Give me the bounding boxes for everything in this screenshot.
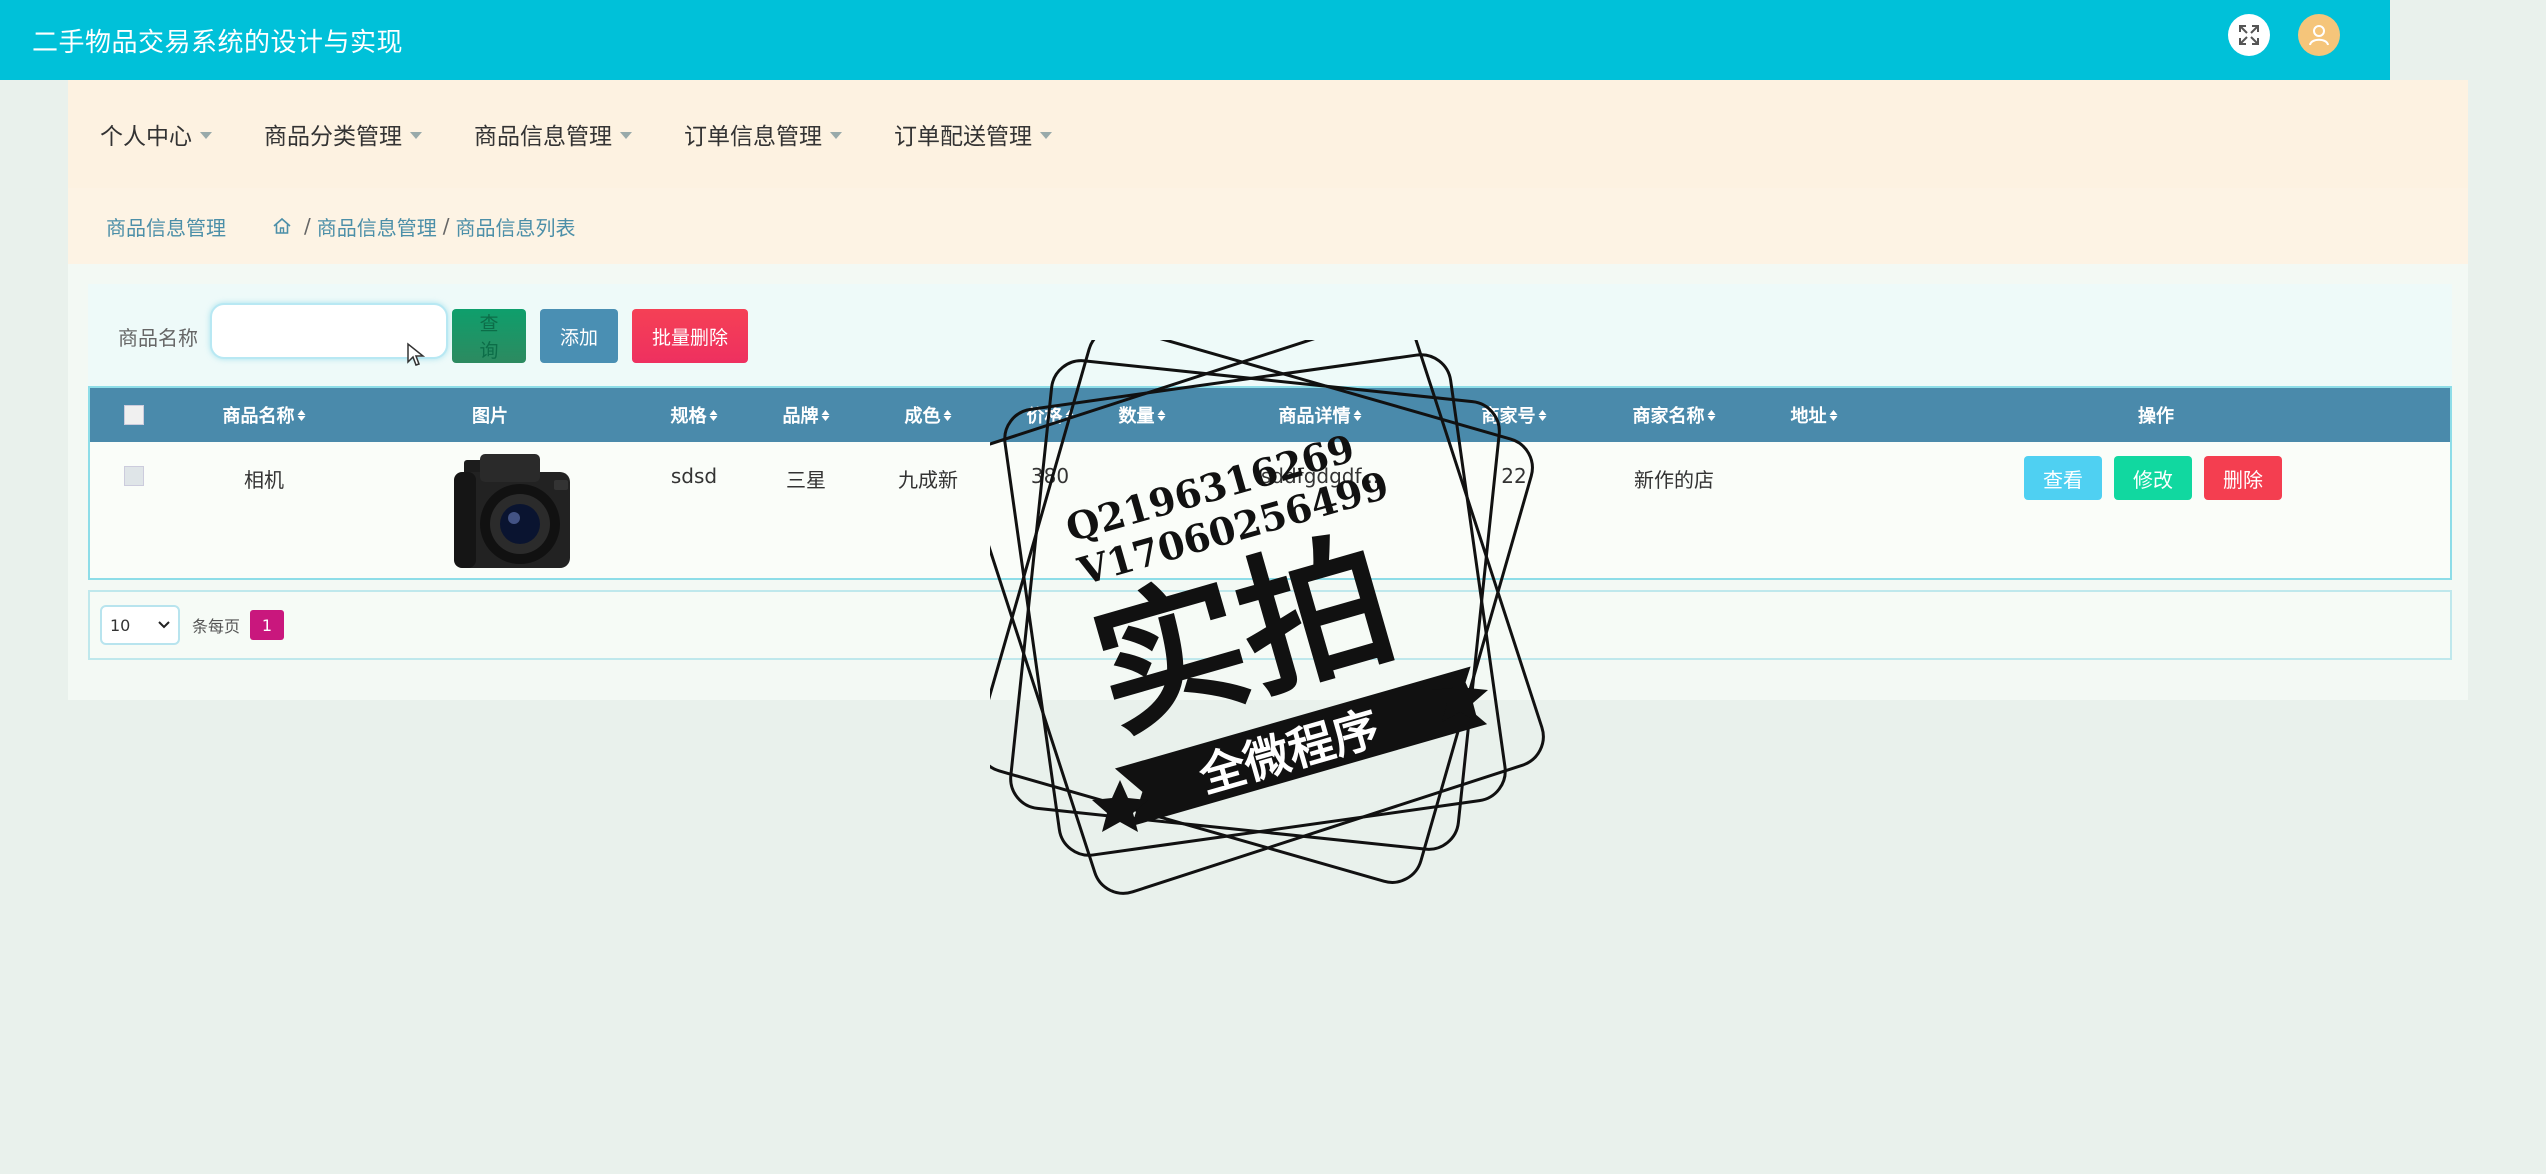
user-avatar-button[interactable]: [2298, 14, 2340, 56]
cell-name: 相机: [244, 468, 284, 492]
col-label: 地址: [1790, 406, 1827, 427]
search-button[interactable]: 查询: [452, 309, 526, 363]
sort-icon: [709, 409, 718, 421]
page-title: 商品信息管理: [106, 215, 226, 240]
nav-label: 商品分类管理: [264, 124, 402, 150]
col-label: 操作: [2138, 406, 2174, 427]
caret-down-icon: [830, 131, 842, 139]
sort-icon: [821, 409, 830, 421]
row-select-cell: [124, 466, 144, 486]
nav-category-management[interactable]: 商品分类管理: [264, 117, 422, 151]
sort-icon: [1829, 409, 1838, 421]
nav-label: 商品信息管理: [474, 124, 612, 150]
watermark-stamp: Q2196316269 V17060256499 实拍 全微程序: [990, 340, 1545, 895]
nav-product-management[interactable]: 商品信息管理: [474, 117, 632, 151]
main-nav: 个人中心 商品分类管理 商品信息管理 订单信息管理 订单配送管理: [68, 80, 2468, 188]
col-label: 品牌: [782, 406, 819, 427]
edit-button[interactable]: 修改: [2114, 456, 2192, 500]
search-label: 商品名称: [118, 325, 198, 350]
fullscreen-button[interactable]: [2228, 14, 2270, 56]
user-icon: [2309, 25, 2329, 46]
col-spec[interactable]: 规格: [671, 388, 718, 442]
app-title: 二手物品交易系统的设计与实现: [32, 27, 404, 58]
col-image: 图片: [472, 388, 508, 442]
col-merchant-name[interactable]: 商家名称: [1633, 388, 1716, 442]
add-button[interactable]: 添加: [540, 309, 619, 363]
nav-label: 订单信息管理: [684, 124, 822, 150]
caret-down-icon: [1040, 131, 1052, 139]
caret-down-icon: [410, 131, 422, 139]
page-size-select[interactable]: 10: [100, 605, 180, 645]
col-condition[interactable]: 成色: [905, 388, 952, 442]
col-label: 商品名称: [222, 406, 295, 427]
caret-down-icon: [200, 131, 212, 139]
top-header: 二手物品交易系统的设计与实现: [0, 0, 2390, 80]
cell-merchant-name: 新作的店: [1634, 468, 1714, 492]
expand-icon: [2239, 25, 2259, 45]
sort-icon: [297, 409, 306, 421]
batch-delete-button[interactable]: 批量删除: [632, 309, 749, 363]
col-brand[interactable]: 品牌: [783, 388, 830, 442]
cell-spec: sdsd: [670, 464, 718, 488]
col-label: 规格: [670, 406, 707, 427]
nav-personal-center[interactable]: 个人中心: [100, 117, 212, 151]
col-address[interactable]: 地址: [1791, 388, 1838, 442]
cell-brand: 三星: [786, 468, 826, 492]
caret-down-icon: [620, 131, 632, 139]
breadcrumb-item-product-list: 商品信息列表: [455, 215, 576, 240]
select-all-checkbox[interactable]: [124, 405, 144, 425]
col-label: 成色: [904, 406, 941, 427]
col-name[interactable]: 商品名称: [223, 388, 306, 442]
per-page-label: 条每页: [192, 617, 241, 636]
breadcrumb-separator: /: [442, 214, 450, 238]
select-all-cell: [124, 388, 144, 442]
nav-delivery-management[interactable]: 订单配送管理: [894, 117, 1052, 151]
breadcrumb: 商品信息管理 / 商品信息管理 / 商品信息列表: [68, 188, 2468, 264]
mouse-cursor-icon: [407, 342, 426, 366]
page-number-1[interactable]: 1: [250, 610, 285, 640]
chevron-down-icon: [158, 621, 170, 629]
top-icons: [2228, 14, 2340, 56]
breadcrumb-separator: /: [304, 214, 311, 238]
sort-icon: [1707, 409, 1716, 421]
page-size-value: 10: [110, 615, 131, 635]
cell-condition: 九成新: [898, 468, 958, 492]
col-label: 图片: [472, 406, 508, 427]
sort-icon: [943, 409, 952, 421]
col-label: 商家名称: [1632, 406, 1705, 427]
view-button[interactable]: 查看: [2024, 456, 2102, 500]
nav-label: 个人中心: [100, 124, 192, 150]
breadcrumb-item-product-management[interactable]: 商品信息管理: [317, 212, 437, 241]
camera-product-image: [454, 454, 570, 568]
delete-button[interactable]: 删除: [2204, 456, 2282, 500]
home-icon[interactable]: [272, 216, 292, 236]
nav-order-management[interactable]: 订单信息管理: [684, 117, 842, 151]
col-actions: 操作: [2138, 388, 2174, 442]
nav-label: 订单配送管理: [894, 124, 1032, 150]
row-checkbox[interactable]: [124, 466, 144, 486]
